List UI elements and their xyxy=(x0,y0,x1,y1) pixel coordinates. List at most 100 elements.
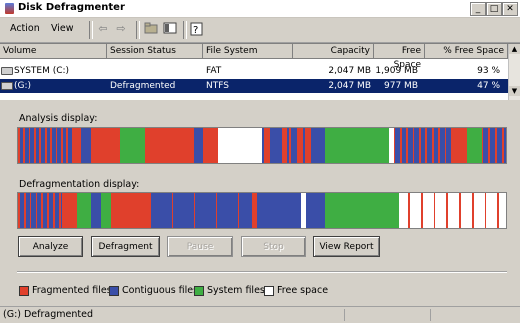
status-cell: Defragmented xyxy=(110,81,176,91)
cluster-block xyxy=(398,193,506,228)
cluster-block xyxy=(452,128,467,163)
cluster-stripe xyxy=(320,128,322,163)
cluster-block xyxy=(325,128,389,163)
cluster-stripe xyxy=(215,193,218,228)
column-percent-free-space[interactable]: % Free Space xyxy=(425,44,508,58)
cluster-block xyxy=(466,128,482,163)
toolbar-separator xyxy=(89,21,93,39)
cluster-stripe xyxy=(50,128,52,163)
drive-icon xyxy=(1,81,13,90)
stop-button[interactable]: Stop xyxy=(241,236,306,257)
defragment-button[interactable]: Defragment xyxy=(91,236,160,257)
svg-text:?: ? xyxy=(193,25,198,36)
cluster-stripe xyxy=(444,128,447,163)
window-title: Disk Defragmenter xyxy=(18,2,125,13)
cluster-block xyxy=(91,128,121,163)
maximize-icon[interactable]: □ xyxy=(486,2,502,16)
close-icon[interactable]: ✕ xyxy=(502,2,518,16)
analysis-display-label: Analysis display: xyxy=(19,113,98,124)
cluster-stripe xyxy=(295,128,297,163)
free-space-cell: 1,909 MB xyxy=(375,66,418,76)
cluster-stripe xyxy=(71,128,74,163)
minimize-icon[interactable]: _ xyxy=(470,2,486,16)
analysis-display-bar xyxy=(17,127,507,164)
cluster-stripe xyxy=(412,128,415,163)
cluster-stripe xyxy=(66,128,68,163)
cluster-block xyxy=(305,193,326,228)
cluster-stripe xyxy=(18,193,20,228)
cluster-stripe xyxy=(495,128,497,163)
cluster-stripe xyxy=(55,128,58,163)
capacity-cell: 2,047 MB xyxy=(328,81,371,91)
menu-toolbar: Action View ⇦ ⇨ ? xyxy=(0,18,520,43)
status-panel-divider xyxy=(344,309,345,321)
volume-row[interactable]: SYSTEM (C:) FAT 2,047 MB 1,909 MB 93 % xyxy=(0,64,508,78)
cluster-stripe xyxy=(303,128,306,163)
column-volume[interactable]: Volume xyxy=(0,44,107,58)
cluster-stripe xyxy=(171,193,174,228)
cluster-stripe xyxy=(408,193,411,228)
pause-button[interactable]: Pause xyxy=(167,236,233,257)
forward-arrow-icon[interactable]: ⇨ xyxy=(114,22,128,36)
up-folder-icon[interactable] xyxy=(144,22,158,36)
cluster-stripe xyxy=(438,128,440,163)
volume-list[interactable]: Volume Session Status File System Capaci… xyxy=(0,43,520,100)
column-free-space[interactable]: Free Space xyxy=(374,44,425,70)
analyze-button[interactable]: Analyze xyxy=(18,236,83,257)
cluster-block xyxy=(120,128,145,163)
free-space-swatch xyxy=(264,286,274,296)
cluster-stripe xyxy=(34,128,36,163)
free-space-cell: 977 MB xyxy=(384,81,418,91)
column-file-system[interactable]: File System xyxy=(203,44,293,58)
help-icon[interactable]: ? xyxy=(190,22,204,36)
percent-free-cell: 93 % xyxy=(477,66,500,76)
cluster-block xyxy=(144,128,194,163)
show-hide-console-tree-icon[interactable] xyxy=(163,22,177,36)
cluster-stripe xyxy=(278,128,281,163)
cluster-stripe xyxy=(431,128,434,163)
cluster-block xyxy=(91,193,101,228)
status-panel-divider xyxy=(430,309,431,321)
back-arrow-icon[interactable]: ⇦ xyxy=(96,22,110,36)
menu-action[interactable]: Action xyxy=(10,23,40,34)
list-scrollbar[interactable]: ▲ ▼ xyxy=(508,44,520,100)
legend-fragmented-files: Fragmented files xyxy=(32,285,112,296)
cluster-stripe xyxy=(44,128,47,163)
cluster-block xyxy=(218,128,262,163)
menu-view[interactable]: View xyxy=(51,23,74,34)
column-capacity[interactable]: Capacity xyxy=(293,44,374,58)
percent-free-cell: 47 % xyxy=(477,81,500,91)
column-session-status[interactable]: Session Status xyxy=(107,44,203,58)
cluster-stripe xyxy=(18,128,20,163)
file-system-cell: NTFS xyxy=(206,81,229,91)
system-swatch xyxy=(194,286,204,296)
cluster-stripe xyxy=(400,128,402,163)
scroll-down-icon[interactable]: ▼ xyxy=(509,86,520,96)
legend-contiguous-files: Contiguous files xyxy=(122,285,199,296)
defragmentation-display-bar xyxy=(17,192,507,229)
cluster-stripe xyxy=(421,193,423,228)
cluster-stripe xyxy=(433,193,436,228)
cluster-stripe xyxy=(262,128,264,163)
cluster-stripe xyxy=(23,128,26,163)
cluster-block xyxy=(193,128,204,163)
cluster-stripe xyxy=(29,193,32,228)
cluster-stripe xyxy=(193,193,196,228)
cluster-stripe xyxy=(35,193,38,228)
capacity-cell: 2,047 MB xyxy=(328,66,371,76)
cluster-stripe xyxy=(502,128,504,163)
volume-row-selected[interactable]: (G:) Defragmented NTFS 2,047 MB 977 MB 4… xyxy=(0,79,508,93)
title-bar: Disk Defragmenter _ □ ✕ xyxy=(0,0,520,18)
scroll-up-icon[interactable]: ▲ xyxy=(509,44,520,54)
cluster-stripe xyxy=(471,193,474,228)
view-report-button[interactable]: View Report xyxy=(313,236,380,257)
cluster-stripe xyxy=(419,128,421,163)
cluster-stripe xyxy=(406,128,409,163)
cluster-stripe xyxy=(270,128,272,163)
toolbar-separator xyxy=(183,21,187,39)
cluster-stripe xyxy=(41,193,44,228)
cluster-stripe xyxy=(393,128,396,163)
file-system-cell: FAT xyxy=(206,66,222,76)
legend-system-files: System files xyxy=(207,285,265,296)
drive-icon xyxy=(1,66,13,75)
